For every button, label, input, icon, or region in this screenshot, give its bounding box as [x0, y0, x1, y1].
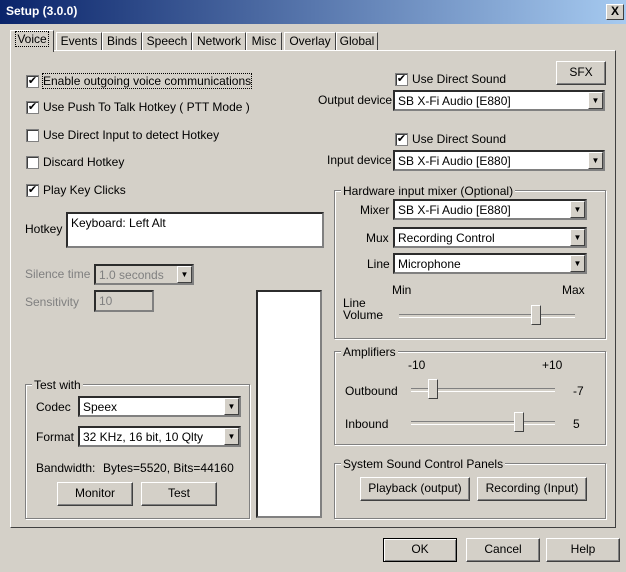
check-icon: ✔: [396, 133, 407, 145]
line-select[interactable]: Microphone ▼: [393, 253, 587, 274]
tab-global[interactable]: Global: [336, 32, 378, 51]
window-title: Setup (3.0.0): [6, 4, 78, 18]
mixer-value: SB X-Fi Audio [E880]: [398, 203, 511, 217]
input-direct-sound-checkbox[interactable]: ✔: [395, 133, 408, 146]
playback-button[interactable]: Playback (output): [360, 477, 470, 501]
mux-select[interactable]: Recording Control ▼: [393, 227, 587, 248]
volume-min-label: Min: [392, 283, 412, 297]
line-value: Microphone: [398, 257, 461, 271]
codec-label: Codec: [36, 400, 71, 414]
outbound-label: Outbound: [345, 384, 398, 398]
key-clicks-label: Play Key Clicks: [43, 183, 126, 197]
ptt-checkbox[interactable]: ✔: [26, 101, 39, 114]
chevron-down-icon: ▼: [177, 266, 192, 283]
help-button[interactable]: Help: [546, 538, 620, 562]
bandwidth-value: Bytes=5520, Bits=44160: [103, 461, 234, 475]
codec-select[interactable]: Speex ▼: [78, 396, 241, 417]
ptt-label: Use Push To Talk Hotkey ( PTT Mode ): [43, 100, 250, 114]
line-volume-slider-thumb[interactable]: [531, 305, 542, 325]
direct-input-checkbox[interactable]: [26, 129, 39, 142]
input-device-select[interactable]: SB X-Fi Audio [E880] ▼: [393, 150, 605, 171]
silence-time-value: 1.0 seconds: [99, 268, 164, 282]
sensitivity-label: Sensitivity: [25, 295, 80, 309]
direct-input-label: Use Direct Input to detect Hotkey: [43, 128, 220, 142]
chevron-down-icon: ▼: [570, 201, 585, 218]
inbound-track: [411, 421, 555, 425]
format-select[interactable]: 32 KHz, 16 bit, 10 Qlty ▼: [78, 426, 241, 447]
output-device-select[interactable]: SB X-Fi Audio [E880] ▼: [393, 90, 605, 111]
hardware-mixer-title: Hardware input mixer (Optional): [341, 184, 516, 198]
tab-events[interactable]: Events: [56, 32, 102, 51]
chevron-down-icon: ▼: [588, 92, 603, 109]
outbound-value: -7: [573, 384, 584, 398]
check-icon: ✔: [27, 101, 38, 113]
recording-button[interactable]: Recording (Input): [477, 477, 587, 501]
test-button[interactable]: Test: [141, 482, 217, 506]
tab-speech[interactable]: Speech: [142, 32, 192, 51]
voice-level-meter: [256, 290, 322, 518]
silence-time-label: Silence time: [25, 267, 91, 281]
format-value: 32 KHz, 16 bit, 10 Qlty: [83, 430, 204, 444]
key-clicks-checkbox[interactable]: ✔: [26, 184, 39, 197]
output-device-label: Output device: [318, 93, 393, 107]
output-device-value: SB X-Fi Audio [E880]: [398, 94, 511, 108]
input-device-label: Input device: [327, 153, 392, 167]
output-direct-sound-checkbox[interactable]: ✔: [395, 73, 408, 86]
line-volume-label-2: Volume: [343, 308, 384, 322]
volume-max-label: Max: [562, 283, 585, 297]
tab-label: Voice: [15, 31, 49, 47]
enable-voice-checkbox[interactable]: ✔: [26, 75, 39, 88]
monitor-button[interactable]: Monitor: [57, 482, 133, 506]
inbound-slider-thumb[interactable]: [514, 412, 524, 432]
check-icon: ✔: [27, 184, 38, 196]
tab-voice[interactable]: Voice: [10, 30, 54, 52]
check-icon: ✔: [27, 75, 38, 87]
cancel-button[interactable]: Cancel: [466, 538, 540, 562]
tab-misc[interactable]: Misc: [246, 32, 282, 51]
mixer-select[interactable]: SB X-Fi Audio [E880] ▼: [393, 199, 587, 220]
discard-hotkey-label: Discard Hotkey: [43, 155, 125, 169]
ok-button[interactable]: OK: [383, 538, 457, 562]
chevron-down-icon: ▼: [570, 229, 585, 246]
hotkey-field[interactable]: Keyboard: Left Alt: [66, 212, 324, 248]
inbound-value: 5: [573, 417, 580, 431]
mux-label: Mux: [366, 231, 389, 245]
bandwidth-label: Bandwidth:: [36, 461, 96, 475]
hotkey-value: Keyboard: Left Alt: [71, 216, 166, 230]
chevron-down-icon: ▼: [224, 398, 239, 415]
input-direct-sound-label: Use Direct Sound: [412, 132, 507, 146]
outbound-slider-thumb[interactable]: [427, 379, 438, 399]
close-button[interactable]: X: [606, 4, 624, 20]
discard-hotkey-checkbox[interactable]: [26, 156, 39, 169]
input-device-value: SB X-Fi Audio [E880]: [398, 154, 511, 168]
tab-overlay[interactable]: Overlay: [284, 32, 336, 51]
line-volume-track: [399, 314, 575, 318]
sensitivity-value: 10: [99, 294, 113, 308]
chevron-down-icon: ▼: [588, 152, 603, 169]
mux-value: Recording Control: [398, 231, 495, 245]
amp-scale-min: -10: [408, 358, 426, 372]
check-icon: ✔: [396, 73, 407, 85]
sound-panels-title: System Sound Control Panels: [341, 457, 506, 471]
title-bar: Setup (3.0.0) X: [0, 0, 626, 24]
chevron-down-icon: ▼: [224, 428, 239, 445]
test-with-title: Test with: [32, 378, 83, 392]
tab-binds[interactable]: Binds: [102, 32, 142, 51]
inbound-label: Inbound: [345, 417, 389, 431]
chevron-down-icon: ▼: [570, 255, 585, 272]
silence-time-select[interactable]: 1.0 seconds ▼: [94, 264, 194, 285]
sensitivity-field[interactable]: 10: [94, 290, 154, 312]
amplifiers-title: Amplifiers: [341, 345, 398, 359]
sfx-button[interactable]: SFX: [556, 61, 606, 85]
line-label: Line: [367, 257, 390, 271]
format-label: Format: [36, 430, 75, 444]
mixer-label: Mixer: [360, 203, 390, 217]
enable-voice-label: Enable outgoing voice communications: [41, 73, 253, 89]
tab-network[interactable]: Network: [192, 32, 246, 51]
amp-scale-max: +10: [542, 358, 563, 372]
output-direct-sound-label: Use Direct Sound: [412, 72, 507, 86]
codec-value: Speex: [83, 400, 118, 414]
hotkey-label: Hotkey: [25, 222, 63, 236]
